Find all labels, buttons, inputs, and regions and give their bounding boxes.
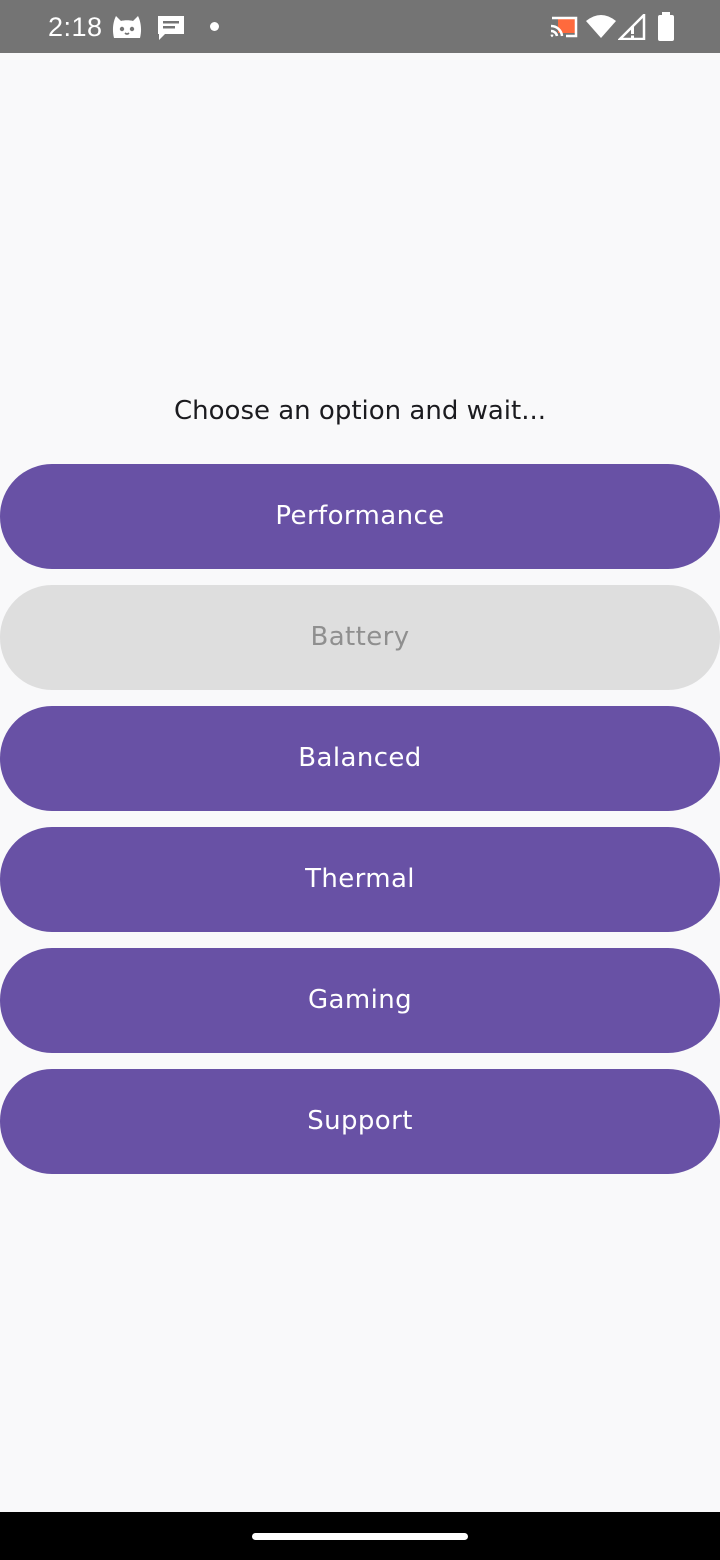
support-button[interactable]: Support (0, 1069, 720, 1174)
cat-app-icon (112, 16, 142, 38)
options-list: Performance Battery Balanced Thermal Gam… (0, 464, 720, 1190)
battery-button[interactable]: Battery (0, 585, 720, 690)
cast-icon (550, 16, 578, 38)
message-icon (158, 16, 184, 40)
status-bar: 2:18 (0, 0, 720, 53)
notification-dot-icon (210, 22, 219, 31)
wifi-icon (586, 15, 616, 38)
balanced-button[interactable]: Balanced (0, 706, 720, 811)
instruction-text: Choose an option and wait... (174, 396, 546, 426)
thermal-button[interactable]: Thermal (0, 827, 720, 932)
navigation-bar (0, 1512, 720, 1560)
battery-icon (658, 12, 674, 41)
performance-button[interactable]: Performance (0, 464, 720, 569)
signal-icon (618, 14, 646, 40)
status-time: 2:18 (48, 12, 103, 42)
home-gesture-handle[interactable] (252, 1533, 468, 1540)
gaming-button[interactable]: Gaming (0, 948, 720, 1053)
